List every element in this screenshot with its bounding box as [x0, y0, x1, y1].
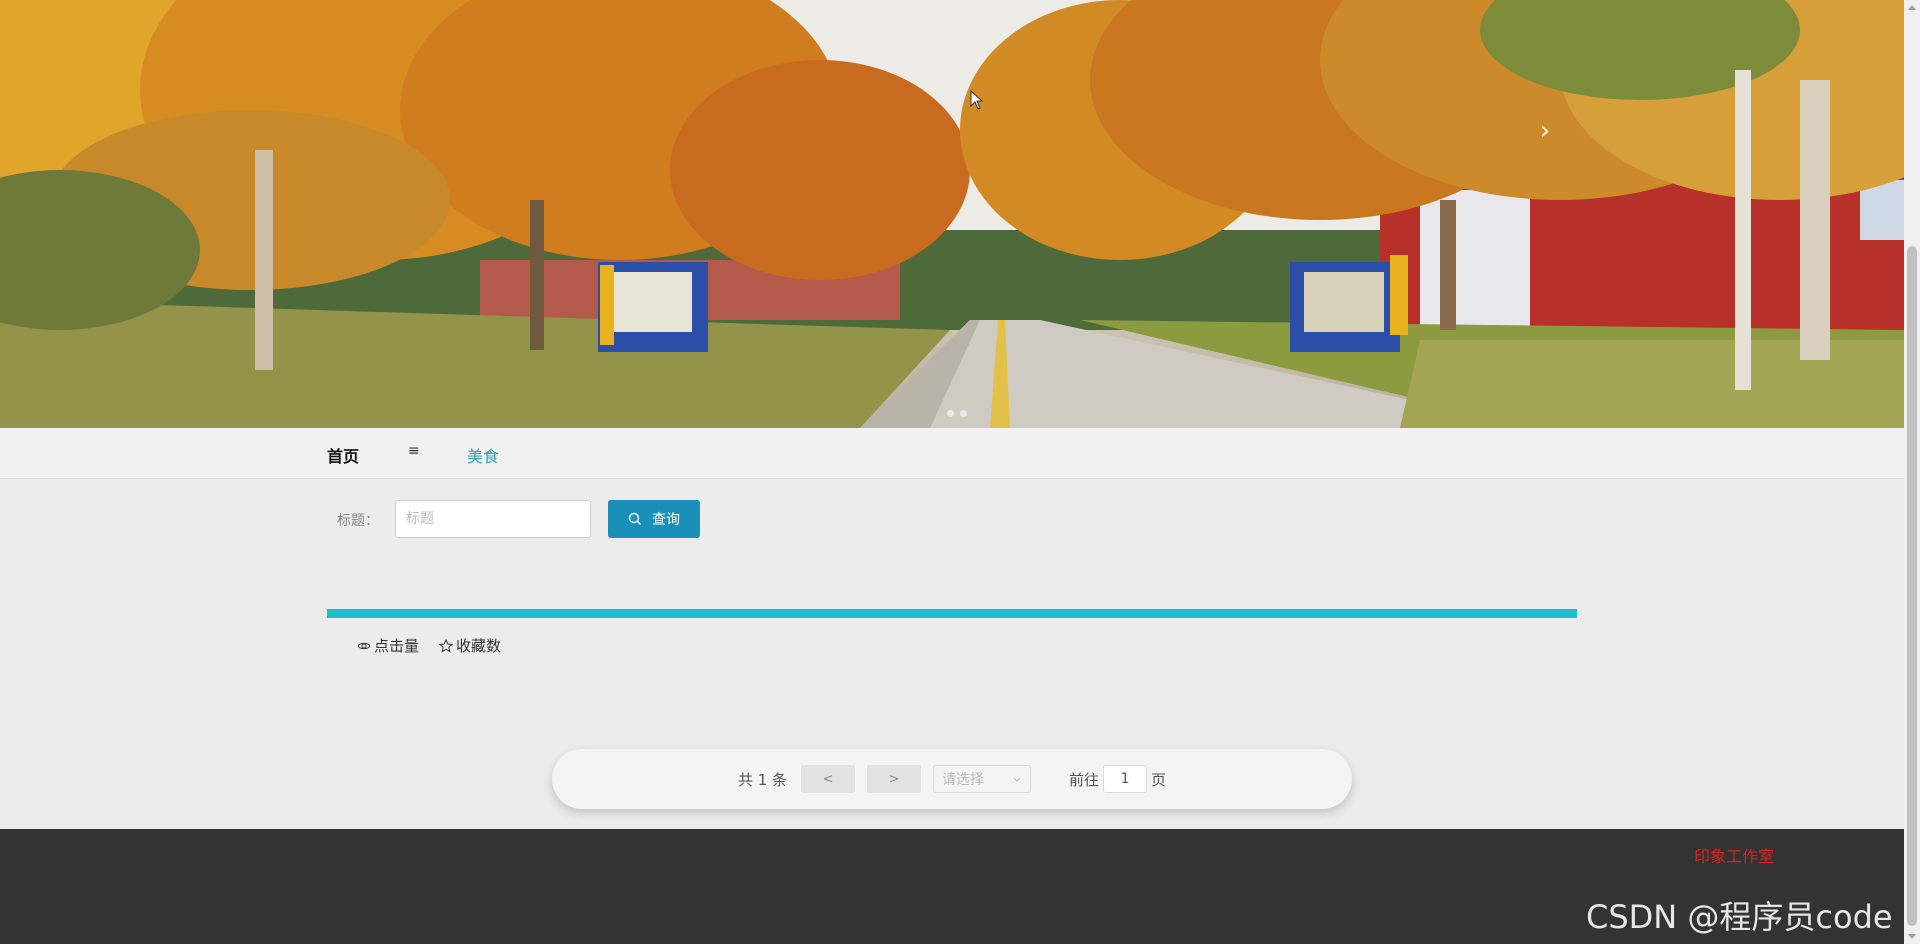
- goto-label: 前往: [1069, 770, 1100, 789]
- top-nav: 首页 ≡ 美食: [0, 428, 1904, 479]
- views-stat: 点击量: [357, 635, 419, 656]
- pagination: 共 1 条 < > 请选择 前往 页: [552, 749, 1352, 809]
- footer-brand: 印象工作室: [1693, 847, 1774, 866]
- nav-item-food[interactable]: 美食: [467, 443, 499, 467]
- scroll-up-icon[interactable]: [1908, 5, 1916, 10]
- search-button[interactable]: 查询: [608, 500, 700, 538]
- vertical-scrollbar[interactable]: [1904, 0, 1920, 944]
- scroll-thumb[interactable]: [1907, 246, 1917, 926]
- carousel-indicators: [947, 410, 967, 417]
- page-size-placeholder: 请选择: [942, 772, 985, 788]
- carousel-dot[interactable]: [947, 410, 954, 417]
- favorites-label: 收藏数: [456, 637, 502, 655]
- next-page-button[interactable]: >: [867, 765, 922, 793]
- item-stats: 点击量 收藏数: [357, 635, 501, 656]
- chevron-right-icon[interactable]: ›: [1532, 118, 1558, 144]
- watermark: CSDN @程序员code: [1586, 898, 1893, 936]
- carousel-dot[interactable]: [960, 410, 967, 417]
- search-icon: [628, 512, 641, 525]
- views-label: 点击量: [374, 637, 420, 655]
- favorites-stat: 收藏数: [439, 635, 501, 656]
- page-size-select[interactable]: 请选择: [933, 765, 1032, 793]
- menu-icon[interactable]: ≡: [408, 443, 420, 459]
- search-title-input[interactable]: [395, 500, 591, 538]
- search-button-label: 查询: [652, 512, 680, 528]
- page-suffix: 页: [1151, 770, 1167, 789]
- mouse-cursor-icon: [970, 90, 984, 110]
- pagination-total: 共 1 条: [737, 770, 788, 789]
- goto-page-input[interactable]: [1103, 765, 1148, 793]
- chevron-down-icon: [1013, 777, 1021, 782]
- nav-item-home[interactable]: 首页: [327, 443, 359, 467]
- item-card-bar[interactable]: [327, 609, 1577, 618]
- scroll-down-icon[interactable]: [1908, 934, 1916, 939]
- star-icon: [439, 638, 454, 653]
- search-title-label: 标题：: [337, 513, 379, 529]
- eye-icon: [357, 642, 371, 649]
- banner-image: [0, 0, 1904, 428]
- prev-page-button[interactable]: <: [801, 765, 856, 793]
- banner-carousel[interactable]: ›: [0, 0, 1904, 428]
